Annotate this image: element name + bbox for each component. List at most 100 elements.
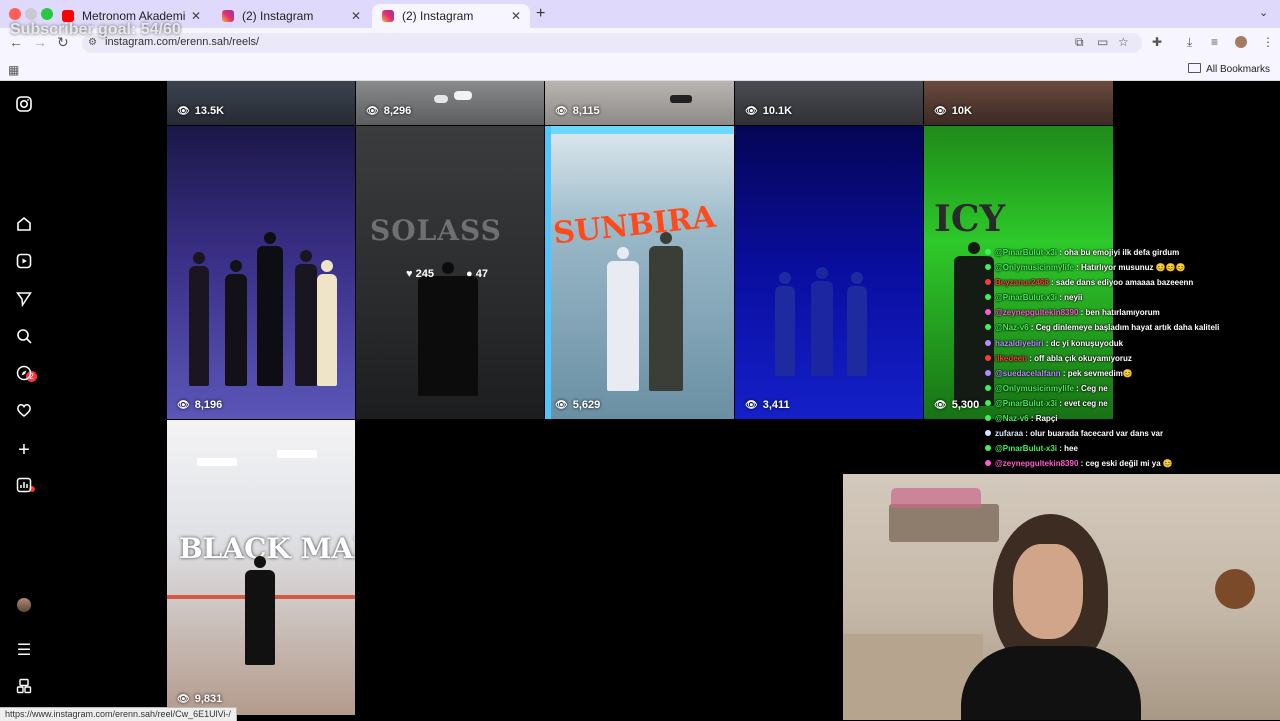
close-tab-icon[interactable]: ✕ (508, 9, 524, 23)
chat-text: neyii (1064, 293, 1083, 303)
apps-grid-icon[interactable]: ▦ (8, 63, 19, 77)
reel-title-text: ICY (934, 198, 1006, 240)
dancer (245, 556, 275, 665)
chat-badge-icon (985, 384, 991, 391)
folder-icon (1188, 63, 1202, 73)
dashboard-icon[interactable] (14, 477, 34, 497)
minimize-window-button[interactable] (25, 8, 37, 20)
subscriber-goal-overlay: Subscriber goal: 54/60 (10, 21, 181, 38)
reel-thumbnail[interactable]: 👁 10K (924, 81, 1113, 125)
chat-message: hazaldiyebiri : dc yi konuşuyoduk (985, 339, 1280, 354)
chat-text: Rapçi (1035, 414, 1058, 424)
close-window-button[interactable] (9, 8, 21, 20)
chat-badge-icon (985, 369, 991, 376)
reading-list-icon[interactable]: ≡ (1211, 35, 1218, 49)
reel-title-text: SOLASS (370, 214, 502, 247)
close-tab-icon[interactable]: ✕ (348, 9, 364, 23)
chat-badge-icon (985, 309, 991, 316)
reel-thumbnail[interactable]: 👁 10.1K (735, 81, 923, 125)
chat-username: hazaldiyebiri (995, 338, 1044, 348)
messenger-icon[interactable] (14, 291, 34, 311)
instagram-logo-icon[interactable] (14, 96, 34, 116)
reel-title-text: SUNBIRA (551, 199, 718, 252)
chat-message: @Onlymusicinmylife : Ceg ne (985, 384, 1280, 399)
eye-icon: 👁 (555, 106, 568, 117)
view-count: 👁 5,300 (934, 399, 980, 411)
reel-thumbnail-hovered[interactable]: SOLASS ♥ 245 ● 47 (356, 126, 544, 419)
create-plus-icon[interactable]: + (14, 440, 34, 460)
new-tab-button[interactable]: + (536, 5, 545, 23)
explore-icon[interactable] (14, 365, 34, 385)
dancer (607, 247, 639, 391)
eye-icon: 👁 (177, 106, 190, 117)
chat-badge-icon (985, 399, 991, 406)
view-count: 👁 3,411 (745, 399, 790, 411)
view-count: 👁 10.1K (745, 105, 793, 117)
view-count: 👁 13.5K (177, 105, 225, 117)
reel-thumbnail[interactable]: SUNBIRA 👁 5,629 (545, 126, 734, 419)
chat-message: ilkedeen : off abla çık okuyamıyoruz (985, 354, 1280, 369)
reel-thumbnail[interactable]: 👁 8,296 (356, 81, 544, 125)
chat-text: off abla çık okuyamıyoruz (1034, 353, 1132, 363)
tab-search-icon[interactable]: ⌄ (1259, 6, 1268, 19)
profile-icon[interactable] (1235, 36, 1247, 48)
chat-text: Ceg dinlemeye başladım hayat artık daha … (1035, 323, 1220, 333)
profile-avatar[interactable] (17, 598, 31, 612)
chat-message: @PınarBulut-x3i : evet ceg ne (985, 399, 1280, 414)
comments-count: ● 47 (466, 268, 488, 280)
dancer (295, 250, 317, 386)
chat-message: @suedacelalfann : pek sevmedim😊 (985, 369, 1280, 384)
view-count: 👁 8,115 (555, 105, 600, 117)
close-tab-icon[interactable]: ✕ (188, 9, 204, 23)
chat-message: zufaraa : olur buarada facecard var dans… (985, 429, 1280, 444)
comment-icon: ● (466, 268, 473, 280)
chat-text: pek sevmedim😊 (1067, 368, 1133, 378)
reel-thumbnail[interactable]: BLACK MAMBA 👁9,831 (167, 420, 355, 715)
download-icon[interactable]: ⤓ (1187, 35, 1192, 50)
chat-username: zufaraa (995, 429, 1024, 439)
chat-username: @PınarBulut-x3i (995, 248, 1058, 257)
threads-icon[interactable] (14, 678, 34, 698)
eye-icon: 👁 (555, 400, 568, 411)
dancer (189, 252, 209, 386)
all-bookmarks-button[interactable]: All Bookmarks (1188, 63, 1270, 75)
chat-message: Beyzanur2468 : sade dans ediyoo amaaaa b… (985, 278, 1280, 293)
notifications-heart-icon[interactable] (14, 402, 34, 422)
extensions-icon[interactable]: ✚ (1152, 35, 1162, 49)
tab-instagram[interactable]: (2) Instagram ✕ (212, 4, 370, 28)
reels-icon[interactable] (14, 253, 34, 273)
webcam-feed (843, 474, 1280, 720)
browser-menu-icon[interactable]: ⋮ (1262, 35, 1274, 49)
dancer (649, 232, 683, 391)
translate-icon[interactable]: ⧉ (1075, 35, 1084, 50)
dancer (225, 260, 247, 386)
tab-title: (2) Instagram (242, 9, 314, 23)
chat-username: @Naz-v6 (995, 323, 1029, 333)
chat-text: Hatırlıyor musunuz 😊😊😊 (1081, 263, 1186, 273)
reel-thumbnail[interactable]: 👁 3,411 (735, 126, 923, 419)
chat-badge-icon (985, 460, 991, 467)
chat-text: ben hatırlamıyorum (1085, 308, 1160, 318)
home-icon[interactable] (14, 216, 34, 236)
chat-username: ilkedeen (995, 353, 1028, 363)
dancer (317, 260, 337, 386)
cast-icon[interactable]: ▭ (1097, 35, 1108, 49)
reel-thumbnail[interactable]: 👁 13.5K (167, 81, 355, 125)
search-icon[interactable] (14, 328, 34, 348)
more-menu-icon[interactable]: ☰ (14, 641, 34, 661)
chat-message: @Onlymusicinmylife : Hatırlıyor musunuz … (985, 263, 1280, 278)
chat-badge-icon (985, 249, 991, 255)
tab-instagram-active[interactable]: (2) Instagram ✕ (372, 4, 530, 28)
chat-badge-icon (985, 445, 991, 452)
chat-badge-icon (985, 294, 991, 301)
chat-username: @Onlymusicinmylife (995, 263, 1074, 273)
bookmark-star-icon[interactable]: ☆ (1118, 35, 1129, 49)
chat-text: evet ceg ne (1064, 398, 1108, 408)
chat-username: @PınarBulut-x3i (995, 398, 1058, 408)
reel-thumbnail[interactable]: 👁 8,115 (545, 81, 734, 125)
reel-thumbnail[interactable]: 👁 8,196 (167, 126, 355, 419)
tab-title: (2) Instagram (402, 9, 474, 23)
instagram-icon (382, 10, 394, 22)
link-status-bar: https://www.instagram.com/erenn.sah/reel… (0, 707, 237, 721)
dancer (811, 267, 833, 376)
